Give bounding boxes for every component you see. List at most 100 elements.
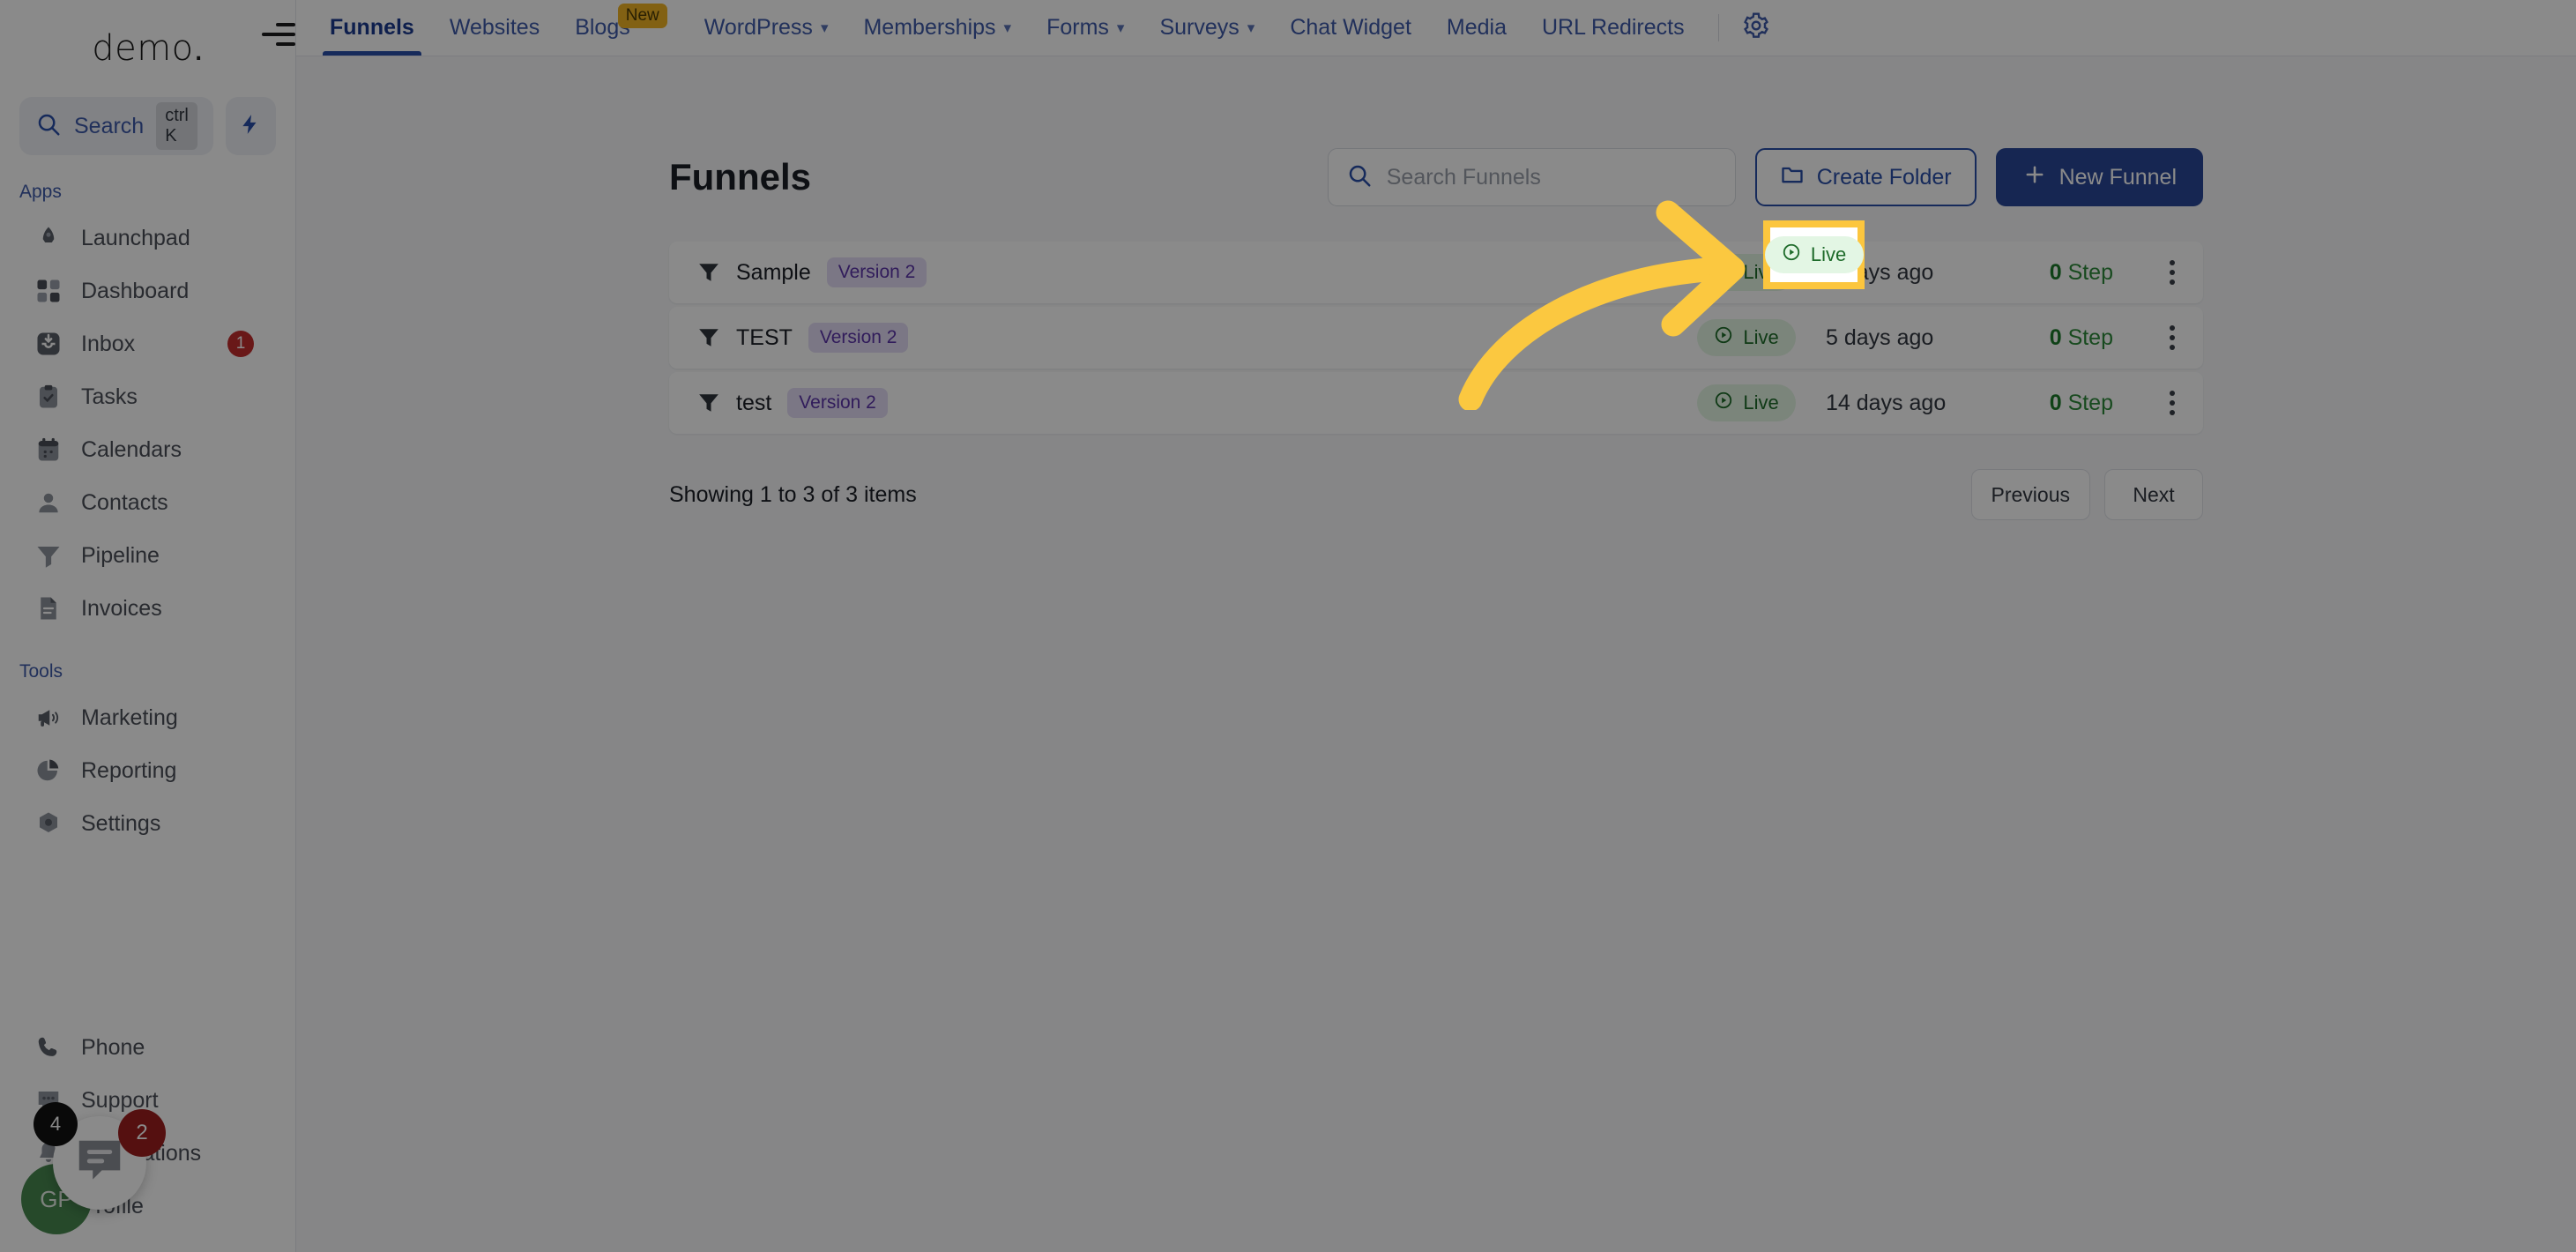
sidebar-item-label: Settings: [81, 810, 161, 836]
brand-name: demo: [92, 28, 194, 69]
sidebar-item-label: Tasks: [81, 384, 138, 409]
collapse-sidebar-icon[interactable]: [260, 19, 295, 49]
sidebar-search-row: Search ctrl K: [0, 97, 295, 155]
tab-surveys[interactable]: Surveys ▾: [1142, 0, 1272, 56]
create-folder-button[interactable]: Create Folder: [1754, 148, 1977, 206]
tab-blogs[interactable]: Blogs New: [557, 0, 667, 56]
sidebar-item-calendars[interactable]: Calendars: [0, 423, 295, 476]
sidebar-item-settings[interactable]: Settings: [0, 797, 295, 850]
step-count-cell: 0 Step: [1981, 325, 2113, 351]
step-label: Step: [2067, 324, 2113, 350]
phone-icon: [34, 1032, 63, 1062]
create-folder-label: Create Folder: [1816, 164, 1952, 190]
previous-page-button[interactable]: Previous: [1970, 469, 2090, 520]
tab-memberships[interactable]: Memberships ▾: [845, 0, 1029, 56]
search-input[interactable]: [1386, 164, 1717, 190]
more-vertical-icon: [2170, 325, 2175, 350]
sidebar-item-tasks[interactable]: Tasks: [0, 370, 295, 423]
tab-forms[interactable]: Forms ▾: [1029, 0, 1142, 56]
version-badge: Version 2: [787, 388, 888, 418]
tab-url-redirects[interactable]: URL Redirects: [1524, 0, 1702, 56]
quick-actions-button[interactable]: [225, 97, 276, 155]
tab-label: Funnels: [330, 15, 414, 40]
calendar-icon: [34, 435, 63, 465]
status-badge-highlighted[interactable]: Live: [1764, 236, 1864, 273]
step-count-cell: 0 Step: [1981, 391, 2113, 416]
chat-badge-red: 2: [118, 1109, 166, 1157]
sidebar-item-launchpad[interactable]: Launchpad: [0, 212, 295, 265]
status-badge: Live: [1697, 319, 1796, 356]
table-row[interactable]: Sample Version 2 Live 5 days ago 0 Step: [669, 242, 2203, 303]
row-actions-button[interactable]: [2113, 391, 2175, 415]
table-row[interactable]: TEST Version 2 Live 5 days ago 0 Step: [669, 307, 2203, 369]
table-row[interactable]: test Version 2 Live 14 days ago 0 Step: [669, 372, 2203, 434]
tab-chat-widget[interactable]: Chat Widget: [1272, 0, 1429, 56]
new-badge: New: [617, 4, 667, 28]
next-page-button[interactable]: Next: [2104, 469, 2203, 520]
updated-time: 5 days ago: [1826, 324, 1934, 350]
funnels-page: Funnels Create Folder: [669, 56, 2203, 520]
showing-count: Showing 1 to 3 of 3 items: [669, 481, 917, 507]
tab-funnels[interactable]: Funnels: [312, 0, 432, 56]
search-shortcut: ctrl K: [156, 102, 197, 150]
row-actions-button[interactable]: [2113, 260, 2175, 285]
sidebar-item-label: Marketing: [81, 704, 178, 730]
sidebar-item-label: Reporting: [81, 757, 177, 783]
sidebar-item-dashboard[interactable]: Dashboard: [0, 265, 295, 317]
version-badge: Version 2: [826, 257, 927, 287]
document-icon: [34, 593, 63, 623]
more-vertical-icon: [2170, 391, 2175, 415]
tab-label: Websites: [449, 15, 540, 40]
search-icon: [35, 111, 62, 142]
tab-media[interactable]: Media: [1429, 0, 1524, 56]
funnels-search-box[interactable]: [1327, 148, 1736, 206]
sidebar-item-pipeline[interactable]: Pipeline: [0, 529, 295, 582]
funnel-icon: [34, 540, 63, 570]
sidebar-section-label-tools: Tools: [19, 661, 63, 682]
sidebar-item-invoices[interactable]: Invoices: [0, 582, 295, 635]
step-count: 0: [2049, 259, 2062, 285]
tab-label: Forms: [1046, 15, 1109, 40]
page-header: Funnels Create Folder: [669, 145, 2203, 210]
row-actions-button[interactable]: [2113, 325, 2175, 350]
tab-label: Media: [1446, 15, 1507, 40]
sidebar-item-label: Contacts: [81, 489, 168, 515]
tab-websites[interactable]: Websites: [432, 0, 557, 56]
version-badge: Version 2: [808, 323, 909, 353]
table-footer: Showing 1 to 3 of 3 items Previous Next: [669, 469, 2203, 520]
tab-wordpress[interactable]: WordPress ▾: [687, 0, 846, 56]
search-icon: [1346, 162, 1373, 193]
tab-label: Memberships: [863, 15, 996, 40]
sidebar-item-label: Phone: [81, 1034, 145, 1060]
chevron-down-icon: ▾: [1247, 19, 1255, 36]
sidebar-item-label: Pipeline: [81, 542, 160, 568]
status-label: Live: [1743, 326, 1779, 348]
gear-icon: [1742, 11, 1770, 44]
step-count: 0: [2049, 390, 2062, 415]
sidebar-tools-list: Marketing Reporting Settings: [0, 691, 295, 850]
user-icon: [34, 488, 63, 518]
funnels-list: Sample Version 2 Live 5 days ago 0 Step: [669, 242, 2203, 434]
step-count-cell: 0 Step: [1981, 260, 2113, 286]
top-nav-tabs: Funnels Websites Blogs New WordPress ▾ M…: [296, 0, 1786, 56]
chat-widget-launcher[interactable]: 4 2: [34, 1102, 166, 1210]
tab-label: Surveys: [1159, 15, 1240, 40]
sidebar-item-contacts[interactable]: Contacts: [0, 476, 295, 529]
play-circle-icon: [1782, 242, 1801, 267]
sidebar-item-inbox[interactable]: Inbox 1: [0, 317, 295, 370]
chevron-down-icon: ▾: [820, 19, 829, 36]
brand-dot: .: [193, 28, 204, 68]
sidebar-item-marketing[interactable]: Marketing: [0, 691, 295, 744]
sidebar-item-label: Calendars: [81, 436, 182, 462]
nav-settings-button[interactable]: [1726, 0, 1786, 56]
sidebar-item-reporting[interactable]: Reporting: [0, 744, 295, 797]
global-search-button[interactable]: Search ctrl K: [19, 97, 213, 155]
pie-chart-icon: [34, 756, 63, 786]
new-funnel-button[interactable]: New Funnel: [1995, 148, 2203, 206]
sidebar-section-label-apps: Apps: [19, 182, 62, 202]
status-badge: Live: [1697, 384, 1796, 421]
page-title: Funnels: [669, 156, 812, 197]
sidebar-item-phone[interactable]: Phone: [0, 1021, 295, 1074]
funnel-name: test: [736, 390, 772, 415]
